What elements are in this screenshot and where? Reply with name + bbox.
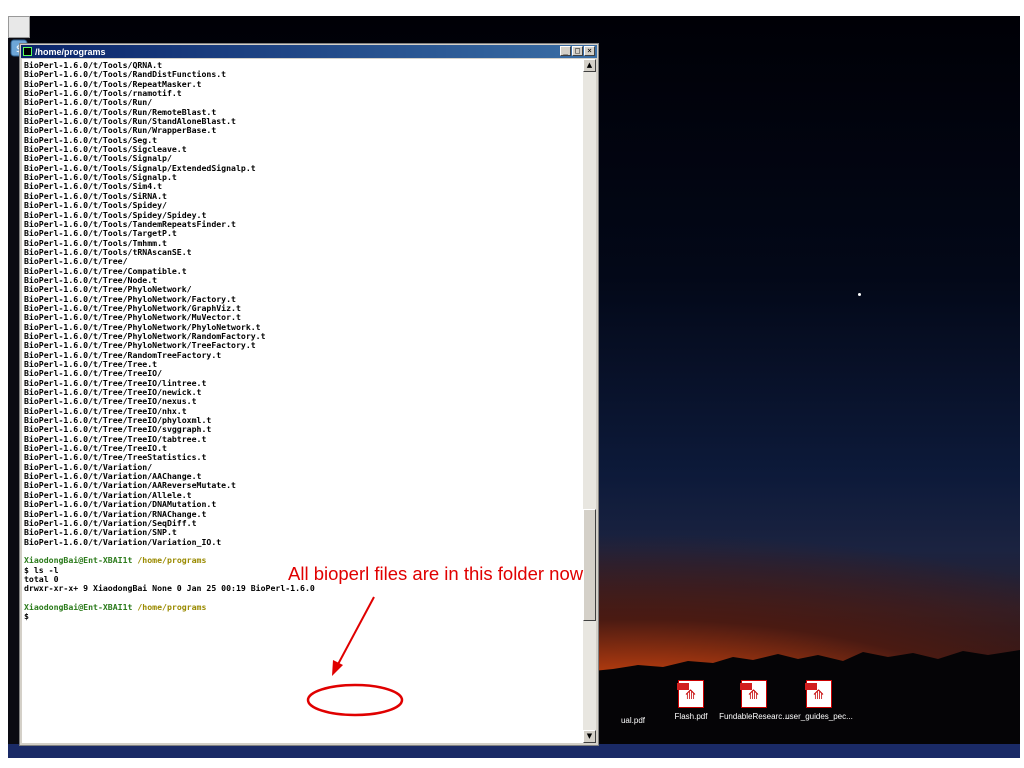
close-button[interactable]: ×	[584, 46, 595, 56]
desktop-file-4[interactable]: user_guides_pec...	[784, 680, 854, 721]
desktop-file-2[interactable]: Flash.pdf	[656, 680, 726, 721]
maximize-button[interactable]: □	[572, 46, 583, 56]
scroll-down-button[interactable]: ▼	[583, 730, 596, 743]
window-titlebar[interactable]: /home/programs _ □ ×	[21, 45, 597, 58]
terminal-icon	[23, 47, 32, 56]
console-window[interactable]: /home/programs _ □ × BioPerl-1.6.0/t/Too…	[19, 43, 599, 746]
window-title: /home/programs	[35, 46, 106, 57]
terminal-line: drwxr-xr-x+ 9 XiaodongBai None 0 Jan 25 …	[24, 583, 315, 594]
vertical-scrollbar[interactable]: ▲ ▼	[583, 59, 596, 743]
pdf-icon	[677, 680, 704, 708]
prompt-user: XiaodongBai@Ent-XBAI1t	[24, 601, 133, 612]
minimize-button[interactable]: _	[560, 46, 571, 56]
annotation-text: All bioperl files are in this folder now	[288, 563, 584, 584]
desktop-file-label: FundableResearc...	[719, 712, 789, 721]
prompt-path: /home/programs	[132, 555, 207, 566]
star-dot	[858, 293, 861, 296]
scroll-thumb[interactable]	[583, 508, 596, 621]
pdf-icon	[740, 680, 767, 708]
terminal-line: $	[24, 611, 29, 622]
terminal-line: XiaodongBai@Ent-XBAI1t /home/programs	[24, 601, 585, 612]
pdf-icon	[805, 680, 832, 708]
terminal-line: BioPerl-1.6.0/t/Variation/Variation_IO.t	[24, 536, 222, 547]
terminal-output[interactable]: BioPerl-1.6.0/t/Tools/QRNA.t BioPerl-1.6.…	[22, 59, 585, 743]
quick-launch-icon[interactable]	[8, 16, 30, 38]
scroll-up-button[interactable]: ▲	[583, 59, 596, 72]
desktop-file-3[interactable]: FundableResearc...	[719, 680, 789, 721]
desktop-file-label: Flash.pdf	[674, 712, 708, 721]
prompt-path: /home/programs	[132, 601, 207, 612]
prompt-user: XiaodongBai@Ent-XBAI1t	[24, 555, 133, 566]
bottom-taskbar	[8, 744, 1020, 758]
desktop-file-label: user_guides_pec...	[785, 712, 853, 721]
